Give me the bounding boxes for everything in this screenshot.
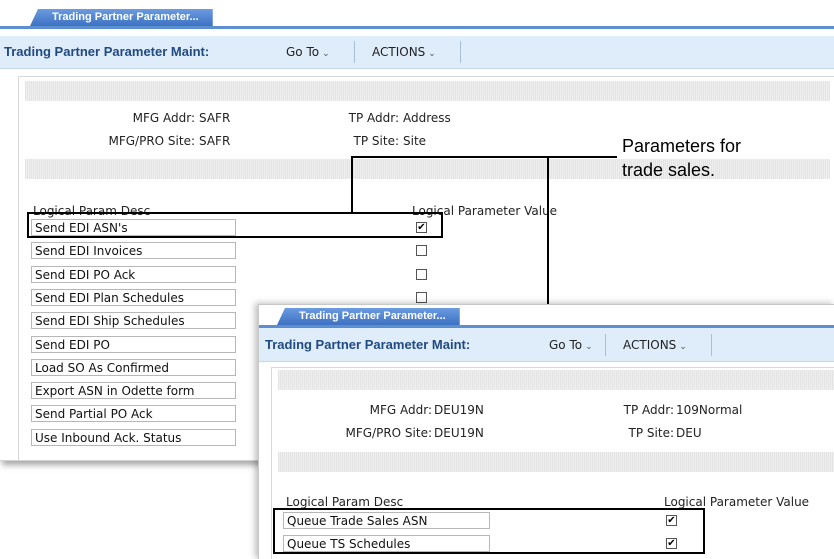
toolbar-separator — [605, 334, 606, 356]
chevron-down-icon: ⌄ — [585, 342, 593, 352]
highlight-box-trade-sales — [273, 508, 705, 554]
tp-site-label: TP Site: — [353, 134, 399, 148]
param-row-label: Send EDI Plan Schedules — [31, 288, 236, 306]
actions-label: ACTIONS — [372, 45, 426, 59]
chevron-down-icon: ⌄ — [679, 342, 687, 352]
goto-label: Go To — [286, 45, 320, 59]
header-stripe — [278, 370, 834, 390]
tp-site-value: DEU — [676, 426, 702, 440]
toolbar: Trading Partner Parameter Maint: Go To ⌄ … — [0, 36, 834, 69]
param-row-label: Send EDI Ship Schedules — [31, 312, 236, 330]
param-row-label: Send Partial PO Ack — [31, 405, 236, 423]
callout-line — [351, 156, 353, 214]
param-row-label: Send EDI Invoices — [31, 242, 236, 260]
tab-strip: Trading Partner Parameter... — [0, 0, 834, 29]
tab-strip: Trading Partner Parameter... — [259, 305, 834, 328]
param-checkbox[interactable] — [416, 291, 427, 303]
param-row-label: Use Inbound Ack. Status — [31, 428, 236, 446]
tp-addr-value: 109Normal — [676, 403, 743, 417]
tp-addr-value: Address — [403, 111, 451, 125]
param-row-label: Export ASN in Odette form — [31, 382, 236, 400]
callout-text: Parameters for trade sales. — [622, 134, 741, 182]
param-checkbox[interactable] — [416, 245, 427, 257]
actions-menu[interactable]: ACTIONS ⌄ — [372, 45, 436, 59]
mfg-site-value: SAFR — [199, 134, 231, 148]
col-param-value: Logical Parameter Value — [664, 495, 810, 509]
tab-trading-partner-parameter[interactable]: Trading Partner Parameter... — [30, 9, 213, 26]
chevron-down-icon: ⌄ — [428, 49, 436, 59]
mfg-site-label: MFG/PRO Site: — [108, 134, 195, 148]
param-checkbox[interactable] — [416, 268, 427, 280]
tp-site-label: TP Site: — [628, 426, 674, 440]
mfg-site-label: MFG/PRO Site: — [345, 426, 432, 440]
tp-site-value: Site — [403, 134, 427, 148]
chevron-down-icon: ⌄ — [322, 49, 330, 59]
param-row-label: Send EDI PO — [31, 335, 236, 353]
toolbar-separator — [711, 334, 712, 356]
actions-label: ACTIONS — [623, 338, 677, 352]
toolbar-separator — [354, 41, 355, 63]
param-row-label: Send EDI PO Ack — [31, 265, 236, 283]
callout-line — [351, 156, 617, 158]
param-row-label: Load SO As Confirmed — [31, 358, 236, 376]
mfg-site-value: DEU19N — [434, 426, 484, 440]
tab-trading-partner-parameter[interactable]: Trading Partner Parameter... — [277, 308, 460, 325]
mfg-addr-value: DEU19N — [434, 403, 484, 417]
goto-menu[interactable]: Go To ⌄ — [549, 338, 593, 352]
callout-line-1: Parameters for — [622, 136, 742, 156]
callout-line-2: trade sales. — [622, 160, 716, 180]
actions-menu[interactable]: ACTIONS ⌄ — [623, 338, 687, 352]
page-title: Trading Partner Parameter Maint: — [265, 337, 471, 352]
goto-label: Go To — [549, 338, 583, 352]
toolbar: Trading Partner Parameter Maint: Go To ⌄ … — [259, 328, 834, 362]
page-title: Trading Partner Parameter Maint: — [4, 44, 210, 59]
col-param-desc: Logical Param Desc — [286, 495, 404, 509]
toolbar-separator — [460, 41, 461, 63]
mfg-addr-label: MFG Addr: — [369, 403, 432, 417]
goto-menu[interactable]: Go To ⌄ — [286, 45, 330, 59]
highlight-box-send-asn — [27, 212, 443, 238]
mfg-addr-label: MFG Addr: — [132, 111, 195, 125]
section-stripe — [278, 452, 834, 472]
mfg-addr-value: SAFR — [199, 111, 231, 125]
header-stripe — [25, 81, 830, 101]
tp-addr-label: TP Addr: — [623, 403, 674, 417]
tp-addr-label: TP Addr: — [348, 111, 399, 125]
